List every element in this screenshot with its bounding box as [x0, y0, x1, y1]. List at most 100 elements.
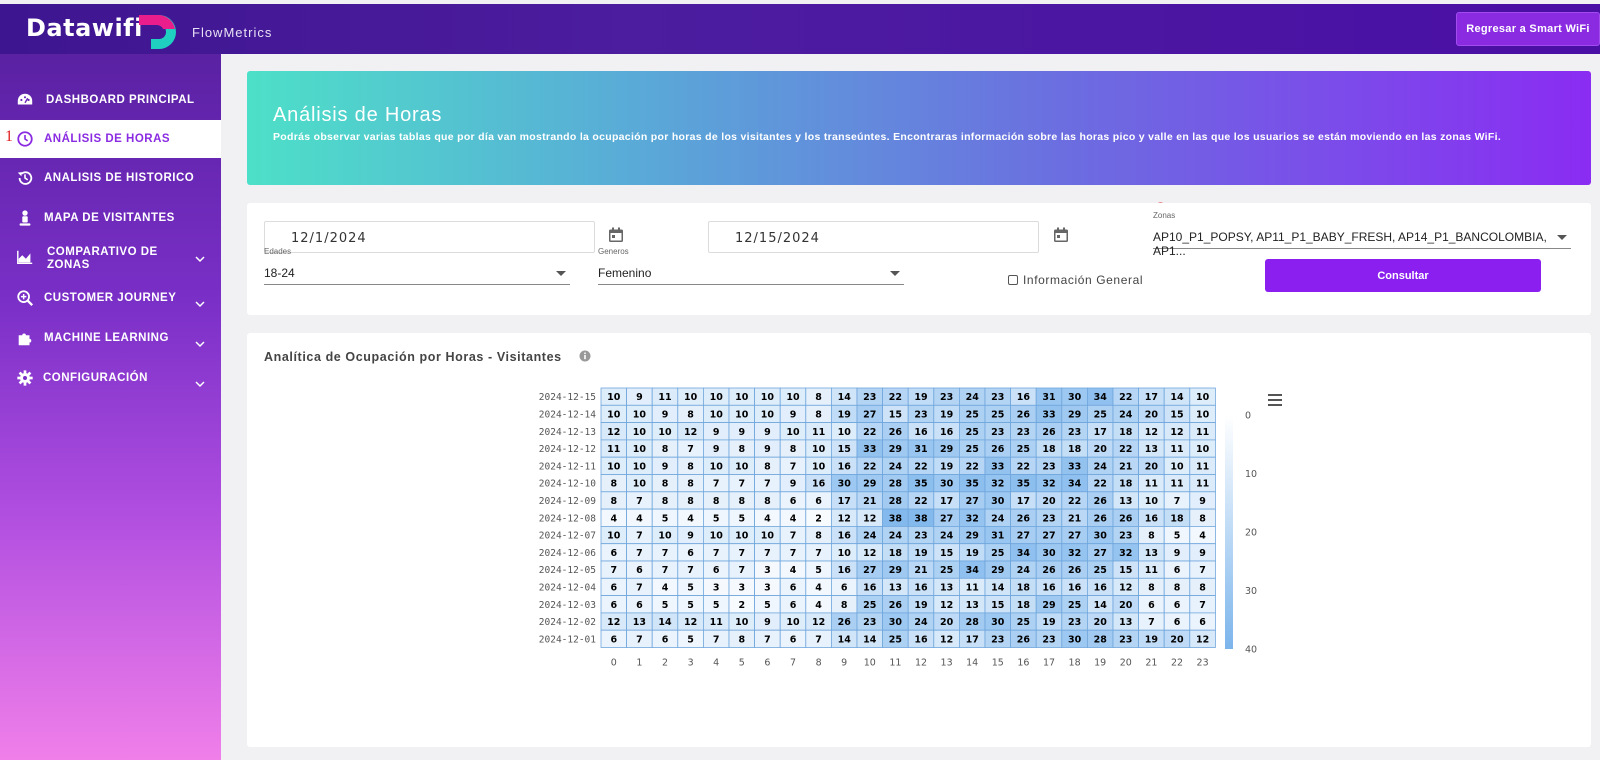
heatmap-cell-label: 25 — [889, 634, 902, 645]
heatmap-cell-label: 34 — [1017, 548, 1031, 559]
chevron-down-icon — [195, 301, 205, 308]
heatmap-cell-label: 17 — [838, 496, 851, 507]
sidebar-item-label: ANÁLISIS DE HORAS — [44, 133, 171, 145]
heatmap-cell-label: 22 — [863, 427, 876, 438]
y-tick-label: 2024-12-01 — [539, 634, 596, 645]
heatmap-cell-label: 28 — [889, 479, 903, 490]
heatmap-cell-label: 7 — [610, 565, 617, 576]
heatmap-cell-label: 12 — [684, 427, 697, 438]
heatmap-cell-label: 5 — [738, 513, 745, 524]
heatmap-cell-label: 6 — [841, 582, 848, 593]
heatmap-cell-label: 8 — [1174, 582, 1181, 593]
heatmap-cell-label: 14 — [991, 582, 1005, 593]
x-tick-label: 22 — [1171, 658, 1183, 669]
heatmap-cell-label: 27 — [966, 496, 979, 507]
sidebar-item-configuracion[interactable]: CONFIGURACIÓN — [0, 359, 221, 397]
heatmap-cell-label: 24 — [1094, 461, 1108, 472]
heatmap-cell-label: 24 — [863, 531, 877, 542]
back-to-smart-wifi-button[interactable]: Regresar a Smart WiFi — [1456, 12, 1600, 46]
x-tick-label: 9 — [841, 658, 847, 669]
x-tick-label: 23 — [1197, 658, 1209, 669]
heatmap-cell-label: 8 — [841, 600, 848, 611]
chart-menu-icon[interactable] — [1267, 393, 1283, 407]
ages-value: 18-24 — [264, 266, 295, 280]
heatmap-cell-label: 8 — [687, 409, 694, 420]
heatmap-cell-label: 25 — [1094, 565, 1107, 576]
x-tick-label: 15 — [992, 658, 1004, 669]
heatmap-cell-label: 7 — [713, 479, 720, 490]
heatmap-cell-label: 12 — [1170, 427, 1183, 438]
heatmap-cell-label: 18 — [1068, 444, 1082, 455]
heatmap-cell-label: 10 — [710, 392, 724, 403]
heatmap-cell-label: 8 — [662, 496, 669, 507]
heatmap-cell-label: 10 — [735, 461, 749, 472]
calendar-icon[interactable] — [1053, 227, 1069, 243]
x-tick-label: 11 — [889, 658, 901, 669]
heatmap-cell-label: 9 — [790, 409, 797, 420]
y-tick-label: 2024-12-05 — [539, 565, 596, 576]
heatmap-cell-label: 38 — [914, 513, 928, 524]
heatmap-cell-label: 30 — [991, 496, 1005, 507]
sidebar-item-comparativo-zonas[interactable]: COMPARATIVO DE ZONAS — [0, 240, 221, 278]
heatmap-cell-label: 23 — [991, 392, 1004, 403]
heatmap-cell-label: 25 — [966, 409, 979, 420]
app-name: FlowMetrics — [192, 25, 273, 40]
sidebar-item-analisis-historico[interactable]: ANALISIS DE HISTORICO — [0, 159, 221, 197]
heatmap-cell-label: 22 — [1017, 461, 1030, 472]
heatmap-cell-label: 16 — [914, 634, 928, 645]
heatmap-cell-label: 6 — [1199, 617, 1206, 628]
heatmap-cell-label: 10 — [735, 617, 749, 628]
sidebar-item-customer-journey[interactable]: CUSTOMER JOURNEY — [0, 279, 221, 317]
heatmap-cell-label: 7 — [636, 634, 643, 645]
heatmap-cell-label: 13 — [1119, 617, 1132, 628]
sidebar-item-analisis-horas[interactable]: ANÁLISIS DE HORAS — [0, 120, 221, 158]
sidebar-item-machine-learning[interactable]: MACHINE LEARNING — [0, 319, 221, 357]
heatmap-cell-label: 22 — [1119, 392, 1132, 403]
zones-value: AP10_P1_POPSY, AP11_P1_BABY_FRESH, AP14_… — [1153, 230, 1547, 258]
sidebar-item-label: CUSTOMER JOURNEY — [44, 292, 177, 304]
heatmap-cell-label: 25 — [966, 427, 979, 438]
heatmap-cell-label: 12 — [940, 600, 953, 611]
calendar-icon[interactable] — [608, 227, 624, 243]
heatmap-cell-label: 4 — [662, 582, 669, 593]
sidebar-item-mapa-visitantes[interactable]: MAPA DE VISITANTES — [0, 199, 221, 237]
heatmap-cell-label: 16 — [1042, 582, 1056, 593]
heatmap-cell-label: 5 — [1174, 531, 1181, 542]
heatmap-cell-label: 19 — [966, 548, 979, 559]
heatmap-cell-label: 6 — [636, 565, 643, 576]
zones-select[interactable]: Zonas AP10_P1_POPSY, AP11_P1_BABY_FRESH,… — [1153, 211, 1571, 258]
general-info-toggle[interactable]: Información General — [1008, 273, 1143, 287]
heatmap-cell-label: 14 — [658, 617, 672, 628]
genders-select[interactable]: Generos Femenino — [598, 247, 904, 285]
ages-select[interactable]: Edades 18-24 — [264, 247, 570, 285]
heatmap-cell-label: 8 — [790, 444, 797, 455]
heatmap-cell-label: 8 — [662, 444, 669, 455]
consult-button[interactable]: Consultar — [1265, 259, 1541, 292]
heatmap-cell-label: 16 — [1068, 582, 1082, 593]
heatmap-cell-label: 10 — [1196, 392, 1210, 403]
heatmap-cell-label: 29 — [991, 565, 1004, 576]
heatmap-cell-label: 13 — [966, 600, 979, 611]
heatmap-cell-label: 7 — [713, 548, 720, 559]
sidebar-item-dashboard[interactable]: DASHBOARD PRINCIPAL — [0, 81, 221, 119]
start-date-input[interactable]: 12/1/2024 — [264, 221, 595, 253]
occupancy-chart-card: Analítica de Ocupación por Horas - Visit… — [247, 333, 1591, 747]
heatmap-cell-label: 20 — [940, 617, 954, 628]
heatmap-cell-label: 31 — [991, 531, 1004, 542]
logo-mark-icon — [139, 15, 176, 49]
heatmap-cell-label: 16 — [812, 479, 826, 490]
heatmap-cell-label: 14 — [863, 634, 877, 645]
sidebar: DASHBOARD PRINCIPAL ANÁLISIS DE HORAS AN… — [0, 54, 221, 760]
x-tick-label: 18 — [1069, 658, 1081, 669]
heatmap-cell-label: 11 — [1196, 479, 1209, 490]
heatmap-cell-label: 10 — [658, 427, 672, 438]
end-date-input[interactable]: 12/15/2024 — [708, 221, 1039, 253]
heatmap-cell-label: 10 — [786, 392, 800, 403]
heatmap-cell-label: 10 — [684, 392, 698, 403]
heatmap-cell-label: 4 — [610, 513, 617, 524]
x-tick-label: 4 — [713, 658, 719, 669]
heatmap-cell-label: 6 — [790, 600, 797, 611]
heatmap-cell-label: 6 — [713, 565, 720, 576]
general-info-checkbox[interactable] — [1008, 275, 1018, 285]
heatmap-cell-label: 8 — [1199, 513, 1206, 524]
